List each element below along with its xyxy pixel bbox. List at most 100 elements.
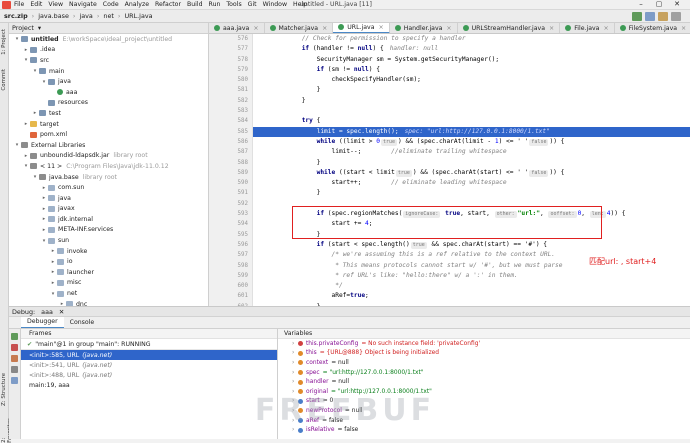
chevron-right-icon[interactable]: ▸ bbox=[40, 227, 48, 233]
tab-console[interactable]: Console bbox=[64, 317, 101, 328]
tree-item[interactable]: ▸ invoke bbox=[9, 246, 208, 257]
debug-config-tab[interactable]: aaa bbox=[41, 308, 53, 316]
tree-item[interactable]: ▸ META-INF.services bbox=[9, 225, 208, 236]
tree-item[interactable]: ▾ untitled E:\workSpace\ideal_project\unti… bbox=[9, 34, 208, 45]
project-tool-button[interactable]: 1: Project bbox=[1, 29, 7, 55]
close-icon[interactable]: ✕ bbox=[668, 0, 686, 8]
commit-tool-button[interactable]: Commit bbox=[1, 69, 7, 91]
thread-selector[interactable]: ✔ "main"@1 in group "main": RUNNING bbox=[21, 339, 277, 350]
variable-row[interactable]: › aRef = false bbox=[278, 416, 690, 426]
chevron-right-icon[interactable]: ▸ bbox=[22, 153, 30, 159]
close-icon[interactable]: × bbox=[322, 25, 327, 32]
menu-item-edit[interactable]: Edit bbox=[30, 1, 42, 8]
tree-item[interactable]: ▸ misc bbox=[9, 278, 208, 289]
chevron-down-icon[interactable]: ▾ bbox=[40, 238, 48, 244]
chevron-right-icon[interactable]: ▸ bbox=[31, 110, 39, 116]
tree-item[interactable]: ▾ java bbox=[9, 76, 208, 87]
tree-item[interactable]: ▾ java.base library root bbox=[9, 172, 208, 183]
tree-item[interactable]: ▸ launcher bbox=[9, 267, 208, 278]
chevron-right-icon[interactable]: ▸ bbox=[22, 47, 30, 53]
tab-aaa-java[interactable]: aaa.java × bbox=[209, 23, 265, 33]
tree-item[interactable]: ▸ .idea bbox=[9, 45, 208, 56]
chevron-down-icon[interactable]: ▾ bbox=[13, 36, 21, 42]
menu-item-file[interactable]: File bbox=[14, 1, 24, 8]
minimize-icon[interactable]: – bbox=[632, 0, 650, 8]
tree-item[interactable]: ▸ java bbox=[9, 193, 208, 204]
tree-item[interactable]: ▾ < 11 > C:\Program Files\Java\jdk-11.0.12 bbox=[9, 161, 208, 172]
menu-item-run[interactable]: Run bbox=[209, 1, 221, 8]
tree-item[interactable]: ▾ src bbox=[9, 55, 208, 66]
menu-item-analyze[interactable]: Analyze bbox=[125, 1, 149, 8]
chevron-right-icon[interactable]: ▸ bbox=[40, 216, 48, 222]
menu-item-code[interactable]: Code bbox=[103, 1, 119, 8]
tab-matcher-java[interactable]: Matcher.java × bbox=[265, 23, 334, 33]
variable-row[interactable]: › original = "url:http://127.0.0.1:8000/1.… bbox=[278, 387, 690, 397]
breadcrumb-item[interactable]: URL.java bbox=[124, 12, 152, 20]
tree-item[interactable]: ▸ test bbox=[9, 108, 208, 119]
mute-breakpoints-icon[interactable] bbox=[11, 366, 18, 373]
stack-frame[interactable]: <init>:541, URL (java.net) bbox=[21, 360, 277, 370]
chevron-down-icon[interactable]: ▾ bbox=[40, 79, 48, 85]
tab-debugger[interactable]: Debugger bbox=[21, 317, 64, 328]
chevron-down-icon[interactable]: ▾ bbox=[13, 142, 21, 148]
maximize-icon[interactable]: ▢ bbox=[650, 0, 668, 8]
tree-item[interactable]: ▸ target bbox=[9, 119, 208, 130]
chevron-down-icon[interactable]: ▾ bbox=[22, 57, 30, 63]
search-icon[interactable] bbox=[671, 12, 681, 21]
debug-icon[interactable] bbox=[645, 12, 655, 21]
run-icon[interactable] bbox=[632, 12, 642, 21]
menu-item-refactor[interactable]: Refactor bbox=[155, 1, 181, 8]
project-view-selector[interactable]: Project bbox=[12, 24, 34, 32]
tree-item[interactable]: ▾ net bbox=[9, 288, 208, 299]
tree-item[interactable]: pom.xml bbox=[9, 129, 208, 140]
tab-file-java[interactable]: File.java × bbox=[560, 23, 615, 33]
chevron-right-icon[interactable]: ▸ bbox=[49, 248, 57, 254]
menu-item-window[interactable]: Window bbox=[263, 1, 287, 8]
tree-item[interactable]: ▾ External Libraries bbox=[9, 140, 208, 151]
chevron-down-icon[interactable]: ▾ bbox=[31, 174, 39, 180]
menu-item-navigate[interactable]: Navigate bbox=[69, 1, 97, 8]
tree-item[interactable]: ▸ com.sun bbox=[9, 182, 208, 193]
chevron-right-icon[interactable]: ▸ bbox=[40, 195, 48, 201]
chevron-right-icon[interactable]: ▸ bbox=[40, 206, 48, 212]
variable-row[interactable]: › spec = "url:http://127.0.0.1:8000/1.txt" bbox=[278, 368, 690, 378]
tree-item[interactable]: ▾ main bbox=[9, 66, 208, 77]
chevron-right-icon[interactable]: ▸ bbox=[49, 259, 57, 265]
menu-item-view[interactable]: View bbox=[48, 1, 63, 8]
tree-item[interactable]: ▸ javax bbox=[9, 204, 208, 215]
tree-item[interactable]: ▸ io bbox=[9, 256, 208, 267]
breadcrumb-item[interactable]: net bbox=[103, 12, 114, 20]
chevron-down-icon[interactable]: ▾ bbox=[38, 24, 41, 32]
breadcrumb-item[interactable]: java.base bbox=[38, 12, 69, 20]
close-icon[interactable]: × bbox=[603, 25, 608, 32]
tree-item[interactable]: ▸ unboundid-ldapsdk.jar library root bbox=[9, 151, 208, 162]
close-icon[interactable]: × bbox=[253, 25, 258, 32]
variable-row[interactable]: › handler = null bbox=[278, 377, 690, 387]
tab-filesystem-java[interactable]: FileSystem.java × bbox=[615, 23, 690, 33]
tab-handler-java[interactable]: Handler.java × bbox=[390, 23, 458, 33]
stack-frame[interactable]: <init>:488, URL (java.net) bbox=[21, 370, 277, 380]
breakpoints-icon[interactable] bbox=[11, 355, 18, 362]
chevron-down-icon[interactable]: ▾ bbox=[31, 68, 39, 74]
tab-url-java[interactable]: URL.java × bbox=[333, 23, 390, 33]
tree-item[interactable]: ▸ jdk.internal bbox=[9, 214, 208, 225]
chevron-right-icon[interactable]: ▸ bbox=[49, 269, 57, 275]
tree-item[interactable]: aaa bbox=[9, 87, 208, 98]
chevron-right-icon[interactable]: ▸ bbox=[40, 185, 48, 191]
variable-row[interactable]: › newProtocol = null bbox=[278, 406, 690, 416]
build-icon[interactable] bbox=[658, 12, 668, 21]
chevron-down-icon[interactable]: ▾ bbox=[49, 291, 57, 297]
close-icon[interactable]: × bbox=[379, 24, 384, 31]
variable-row[interactable]: › this = {URL@888} Object is being initial… bbox=[278, 349, 690, 359]
close-icon[interactable]: × bbox=[549, 25, 554, 32]
stack-frame[interactable]: <init>:585, URL (java.net) bbox=[21, 350, 277, 360]
stack-frame[interactable]: main:19, aaa bbox=[21, 380, 277, 390]
chevron-right-icon[interactable]: ▸ bbox=[22, 121, 30, 127]
tree-item[interactable]: ▾ sun bbox=[9, 235, 208, 246]
tree-item[interactable]: resources bbox=[9, 98, 208, 109]
variable-row[interactable]: › context = null bbox=[278, 358, 690, 368]
breadcrumb-item[interactable]: java bbox=[79, 12, 92, 20]
menu-item-git[interactable]: Git bbox=[248, 1, 257, 8]
variable-row[interactable]: › this.privateConfig = No such instance fi… bbox=[278, 339, 690, 349]
close-icon[interactable]: × bbox=[681, 25, 686, 32]
